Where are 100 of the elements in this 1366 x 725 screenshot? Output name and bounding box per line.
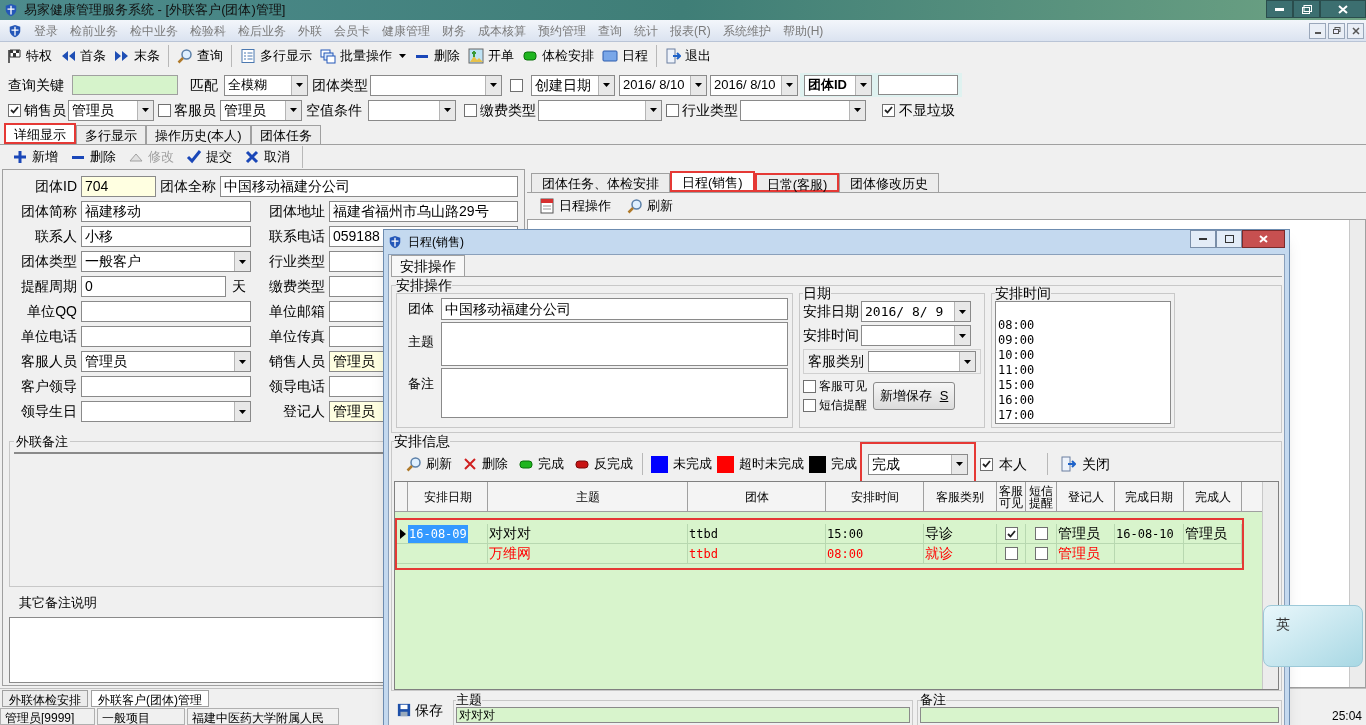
ime-panel[interactable]: 英: [1263, 605, 1363, 667]
window-tab[interactable]: 外联客户(团体)管理: [91, 689, 209, 707]
text-field[interactable]: [81, 326, 251, 347]
toolbar-button[interactable]: 新增: [8, 146, 62, 168]
list-item[interactable]: 16:00: [998, 393, 1170, 408]
checkbox[interactable]: [1034, 547, 1048, 560]
grid-row[interactable]: 16-08-09 对对对 ttbd 15:00 导诊 管理员 16-08-10 管理员: [397, 524, 1242, 544]
checkbox[interactable]: [8, 103, 21, 117]
text-field[interactable]: [81, 376, 251, 397]
checkbox[interactable]: [1004, 547, 1018, 560]
menu-item[interactable]: 预约管理: [532, 21, 592, 40]
start-date-picker[interactable]: 2016/ 8/10: [619, 74, 707, 96]
checkbox[interactable]: [464, 103, 477, 117]
tab[interactable]: 日常(客服): [754, 173, 840, 192]
list-item[interactable]: 09:00: [998, 333, 1170, 348]
toolbar-button[interactable]: 日程: [598, 45, 652, 67]
list-item[interactable]: 17:00: [998, 408, 1170, 423]
subject-field[interactable]: [441, 322, 788, 366]
toolbar-button[interactable]: 反完成: [570, 453, 637, 475]
text-field[interactable]: 中国移动福建分公司: [220, 176, 518, 197]
note-field[interactable]: [920, 707, 1279, 723]
group-type-dropdown[interactable]: [370, 74, 502, 96]
column-header[interactable]: 主题: [488, 482, 688, 511]
save-button[interactable]: 保存: [391, 697, 449, 723]
tab[interactable]: 详细显示: [4, 123, 76, 144]
sales-dropdown[interactable]: 管理员: [68, 99, 154, 121]
match-dropdown[interactable]: 全模糊: [224, 74, 308, 96]
minimize-button[interactable]: [1190, 230, 1216, 248]
group-field[interactable]: 中国移动福建分公司: [441, 298, 788, 320]
tab[interactable]: 多行显示: [76, 125, 146, 144]
text-field[interactable]: 福建省福州市乌山路29号: [329, 201, 518, 222]
maximize-button[interactable]: [1216, 230, 1242, 248]
toolbar-button[interactable]: 删除: [410, 45, 464, 67]
end-date-picker[interactable]: 2016/ 8/10: [710, 74, 798, 96]
close-button[interactable]: [1320, 0, 1366, 18]
column-header[interactable]: 完成人: [1184, 482, 1242, 511]
list-item[interactable]: 08:00: [998, 318, 1170, 333]
checkbox[interactable]: [510, 78, 523, 92]
save-new-button[interactable]: 新增保存 S: [873, 381, 956, 410]
tab[interactable]: 团体任务、体检安排: [531, 173, 670, 192]
text-field[interactable]: [81, 301, 251, 322]
toolbar-button[interactable]: 查询: [173, 45, 227, 67]
date-field-dropdown[interactable]: 创建日期: [531, 74, 615, 96]
toolbar-button[interactable]: 多行显示: [236, 45, 316, 67]
dropdown[interactable]: 一般客户: [81, 251, 251, 272]
time-list[interactable]: 08:00 09:00 10:00 11:00 15:00 16:00 17:00: [995, 301, 1171, 424]
list-item[interactable]: 15:00: [998, 378, 1170, 393]
dropdown[interactable]: [81, 401, 251, 422]
menu-item[interactable]: 统计: [628, 21, 664, 40]
column-header[interactable]: 安排日期: [408, 482, 488, 511]
category-dropdown[interactable]: [868, 351, 976, 372]
close-dialog-button[interactable]: 关闭: [1056, 453, 1114, 475]
restore-button[interactable]: [1328, 22, 1345, 39]
toolbar-button[interactable]: 开单: [464, 45, 518, 67]
menu-item[interactable]: 检验科: [184, 21, 232, 40]
date-picker[interactable]: 2016/ 8/ 9: [861, 301, 971, 322]
text-field[interactable]: 704: [81, 176, 156, 197]
menu-item[interactable]: 检前业务: [64, 21, 124, 40]
text-field[interactable]: 福建移动: [81, 201, 251, 222]
checkbox[interactable]: [803, 379, 816, 393]
toolbar-button[interactable]: 提交: [182, 146, 236, 168]
tab[interactable]: 操作历史(本人): [146, 125, 251, 144]
menu-item[interactable]: 查询: [592, 21, 628, 40]
close-button[interactable]: [1347, 22, 1364, 39]
checkbox[interactable]: [1034, 527, 1048, 540]
toolbar-button[interactable]: 批量操作: [316, 45, 410, 67]
toolbar-button[interactable]: 末条: [110, 45, 164, 67]
toolbar-button[interactable]: 删除: [66, 146, 120, 168]
time-dropdown[interactable]: [861, 325, 971, 346]
close-button[interactable]: [1242, 230, 1285, 248]
menu-item[interactable]: 财务: [436, 21, 472, 40]
menu-item[interactable]: 健康管理: [376, 21, 436, 40]
toolbar-button[interactable]: 特权: [2, 45, 56, 67]
tab[interactable]: 安排操作: [391, 255, 465, 276]
tab[interactable]: 团体修改历史: [839, 173, 940, 192]
tab[interactable]: 团体任务: [250, 125, 321, 144]
menu-item[interactable]: 检后业务: [232, 21, 292, 40]
text-field[interactable]: 小移: [81, 226, 251, 247]
maximize-button[interactable]: [1293, 0, 1320, 18]
toolbar-button[interactable]: 刷新: [402, 453, 456, 475]
list-item[interactable]: 10:00: [998, 348, 1170, 363]
tab[interactable]: 日程(销售): [670, 171, 755, 192]
toolbar-button[interactable]: 刷新: [623, 195, 677, 217]
column-header[interactable]: 安排时间: [826, 482, 924, 511]
menu-item[interactable]: 检中业务: [124, 21, 184, 40]
column-header[interactable]: 客服可见: [997, 482, 1026, 511]
minimize-button[interactable]: [1266, 0, 1293, 18]
toolbar-button[interactable]: 取消: [240, 146, 294, 168]
toolbar-button[interactable]: 日程操作: [535, 195, 615, 217]
industry-type-dropdown[interactable]: [740, 99, 866, 121]
text-field[interactable]: 0: [81, 276, 226, 297]
dropdown[interactable]: 管理员: [81, 351, 251, 372]
id-field[interactable]: [878, 75, 958, 95]
checkbox[interactable]: [980, 457, 993, 471]
column-header[interactable]: 客服类别: [924, 482, 997, 511]
subject-field[interactable]: 对对对: [456, 707, 910, 723]
toolbar-button[interactable]: 删除: [458, 453, 512, 475]
column-header[interactable]: 短信提醒: [1026, 482, 1057, 511]
id-field-dropdown[interactable]: 团体ID: [804, 74, 872, 96]
toolbar-button[interactable]: 首条: [56, 45, 110, 67]
